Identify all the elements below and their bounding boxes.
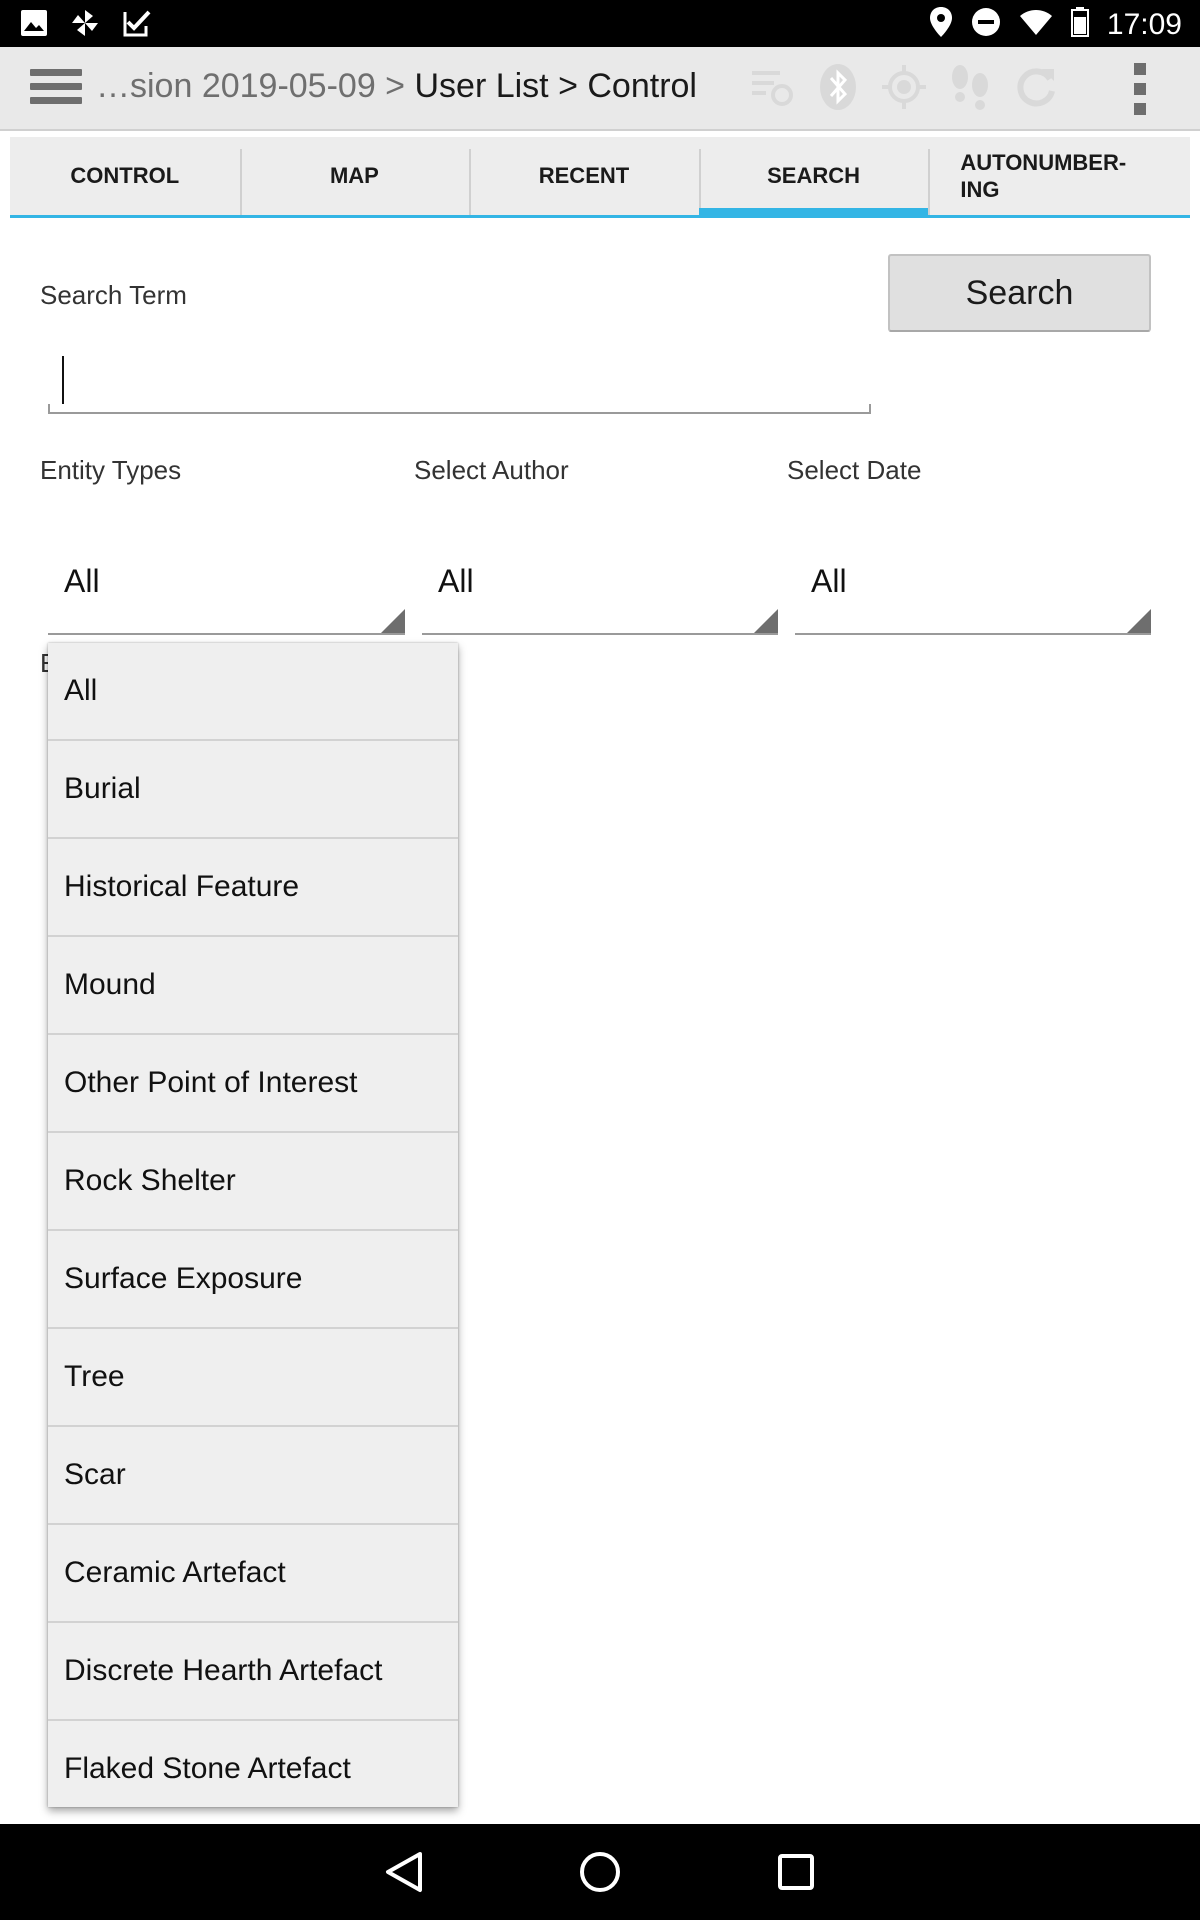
action-bar-status-icons xyxy=(748,63,1060,111)
clock: 17:09 xyxy=(1106,7,1182,41)
entity-types-value: All xyxy=(64,563,100,599)
home-icon[interactable] xyxy=(576,1848,624,1896)
entity-types-label: Entity Types xyxy=(40,455,182,485)
tab-autonumbering-label-line2: ING xyxy=(960,177,1000,202)
footsteps-icon[interactable] xyxy=(946,63,994,111)
recents-icon[interactable] xyxy=(772,1848,820,1896)
text-cursor xyxy=(62,356,64,404)
dropdown-option[interactable]: Ceramic Artefact xyxy=(48,1525,458,1623)
dropdown-option[interactable]: Surface Exposure xyxy=(48,1231,458,1329)
select-date-label: Select Date xyxy=(787,455,922,485)
location-icon xyxy=(929,6,953,43)
dropdown-arrow-icon xyxy=(754,609,778,633)
tab-autonumbering-label-line1: AUTONUMBER- xyxy=(960,150,1127,175)
dropdown-option[interactable]: Historical Feature xyxy=(48,839,458,937)
breadcrumb-parent[interactable]: …sion 2019-05-09 > xyxy=(96,67,414,105)
entity-types-dropdown: All Burial Historical Feature Mound Othe… xyxy=(48,643,458,1807)
breadcrumb-current: User List > Control xyxy=(414,67,697,105)
dropdown-option[interactable]: Tree xyxy=(48,1329,458,1427)
date-value: All xyxy=(811,563,847,599)
checkbox-flag-icon xyxy=(122,8,152,43)
author-select[interactable]: All xyxy=(422,545,778,635)
status-bar-system: 17:09 xyxy=(929,6,1182,43)
tab-bar: CONTROL MAP RECENT SEARCH AUTONUMBER- ING xyxy=(10,137,1190,218)
dropdown-option[interactable]: Flaked Stone Artefact xyxy=(48,1721,458,1807)
status-bar: 17:09 xyxy=(0,0,1200,47)
tab-autonumbering-label: AUTONUMBER- ING xyxy=(960,149,1126,203)
author-value: All xyxy=(438,563,474,599)
search-input[interactable] xyxy=(48,340,871,414)
tab-control[interactable]: CONTROL xyxy=(10,137,240,215)
tab-map[interactable]: MAP xyxy=(239,137,470,215)
bluetooth-icon[interactable] xyxy=(814,63,862,111)
search-term-label: Search Term xyxy=(40,280,187,310)
tab-search[interactable]: SEARCH xyxy=(698,137,929,218)
do-not-disturb-icon xyxy=(971,7,1001,42)
refresh-icon[interactable] xyxy=(1012,63,1060,111)
search-button[interactable]: Search xyxy=(888,254,1151,332)
back-icon[interactable] xyxy=(380,1848,428,1896)
gps-icon[interactable] xyxy=(880,63,928,111)
navigation-bar xyxy=(0,1824,1200,1920)
breadcrumb: …sion 2019-05-09 > User List > Control xyxy=(96,67,697,106)
dropdown-arrow-icon xyxy=(381,609,405,633)
dropdown-option[interactable]: All xyxy=(48,643,458,741)
dropdown-option[interactable]: Mound xyxy=(48,937,458,1035)
dropdown-option[interactable]: Other Point of Interest xyxy=(48,1035,458,1133)
date-select[interactable]: All xyxy=(795,545,1151,635)
dropdown-option[interactable]: Discrete Hearth Artefact xyxy=(48,1623,458,1721)
battery-icon xyxy=(1070,7,1089,42)
tab-recent[interactable]: RECENT xyxy=(469,137,699,215)
wifi-icon xyxy=(1019,8,1053,41)
overflow-menu-icon[interactable] xyxy=(1130,63,1150,115)
entity-types-select[interactable]: All xyxy=(48,545,405,635)
select-author-label: Select Author xyxy=(414,455,569,485)
hamburger-menu-icon[interactable] xyxy=(30,69,82,109)
status-bar-notifications xyxy=(20,8,152,43)
action-bar: …sion 2019-05-09 > User List > Control xyxy=(0,47,1200,131)
pinwheel-icon xyxy=(70,8,100,43)
dropdown-option[interactable]: Burial xyxy=(48,741,458,839)
sync-status-icon[interactable] xyxy=(748,63,796,111)
tab-autonumbering[interactable]: AUTONUMBER- ING xyxy=(928,137,1190,215)
dropdown-option[interactable]: Rock Shelter xyxy=(48,1133,458,1231)
image-icon xyxy=(20,9,48,42)
dropdown-option[interactable]: Scar xyxy=(48,1427,458,1525)
dropdown-arrow-icon xyxy=(1127,609,1151,633)
